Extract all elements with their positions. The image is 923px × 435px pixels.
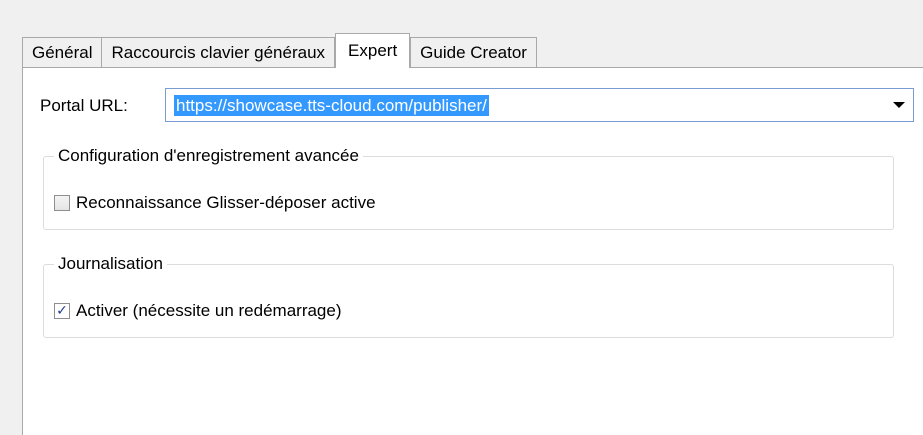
recording-config-title: Configuration d'enregistrement avancée [54, 145, 363, 167]
logging-title: Journalisation [54, 253, 167, 275]
drag-drop-checkbox[interactable] [54, 195, 70, 211]
tab-panel-expert: Portal URL: https://showcase.tts-cloud.c… [22, 67, 923, 435]
drag-drop-option[interactable]: Reconnaissance Glisser-déposer active [54, 193, 376, 213]
recording-config-group: Configuration d'enregistrement avancée R… [43, 145, 894, 230]
drag-drop-label[interactable]: Reconnaissance Glisser-déposer active [76, 193, 376, 213]
portal-url-value[interactable]: https://showcase.tts-cloud.com/publisher… [174, 95, 489, 116]
tab-expert[interactable]: Expert [335, 33, 411, 68]
checkmark-icon: ✓ [56, 303, 68, 319]
enable-logging-label[interactable]: Activer (nécessite un redémarrage) [76, 301, 342, 321]
settings-window: Général Raccourcis clavier généraux Expe… [0, 0, 923, 435]
portal-url-label: Portal URL: [40, 96, 128, 115]
portal-url-combobox[interactable]: https://showcase.tts-cloud.com/publisher… [165, 88, 914, 122]
chevron-down-icon[interactable] [893, 102, 905, 108]
enable-logging-checkbox[interactable]: ✓ [54, 303, 70, 319]
tab-keyboard-shortcuts[interactable]: Raccourcis clavier généraux [101, 37, 336, 68]
tab-strip: Général Raccourcis clavier généraux Expe… [22, 33, 537, 68]
enable-logging-option[interactable]: ✓ Activer (nécessite un redémarrage) [54, 301, 342, 321]
logging-group: Journalisation ✓ Activer (nécessite un r… [43, 253, 894, 338]
tab-guide-creator[interactable]: Guide Creator [410, 37, 537, 68]
tab-general[interactable]: Général [22, 37, 103, 68]
